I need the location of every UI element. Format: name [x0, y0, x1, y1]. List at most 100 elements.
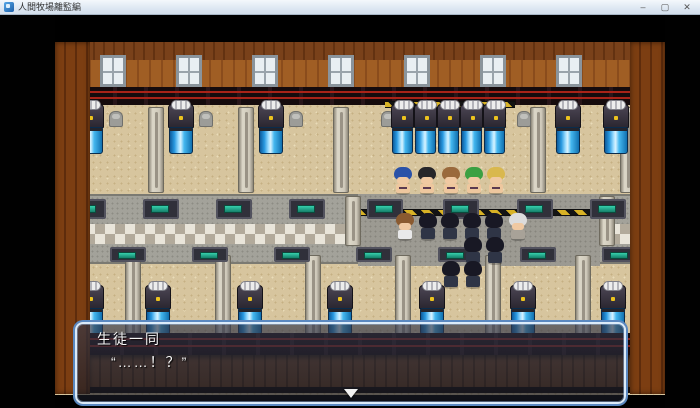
console-screen: [118, 252, 136, 259]
sprite-hair: [464, 261, 482, 276]
console-screen: [224, 205, 242, 213]
window-titlebar[interactable]: 人間牧場離監編 – ▢ ✕: [0, 0, 700, 15]
console-screen: [610, 252, 628, 259]
console-screen: [151, 205, 169, 213]
rail: [530, 107, 546, 193]
tank-tube-bundle: [486, 100, 506, 110]
control-console: [192, 247, 228, 262]
sprite-body: [420, 184, 434, 193]
tank-indicator-light: [156, 297, 160, 301]
tank-blue-cylinder: [484, 127, 505, 154]
tank-tube-bundle: [394, 100, 414, 110]
maximize-button[interactable]: ▢: [654, 0, 676, 15]
character-student: [418, 213, 438, 241]
tank-tube-bundle: [148, 281, 168, 291]
tank-blue-cylinder: [169, 127, 193, 154]
machine-seat: [109, 111, 123, 127]
sprite-hair: [463, 213, 481, 228]
close-button[interactable]: ✕: [676, 0, 698, 15]
sprite-face: [468, 177, 480, 184]
control-console: [356, 247, 392, 262]
tank-tube-bundle: [422, 281, 442, 291]
sprite-body: [396, 184, 410, 193]
character-student: [441, 261, 461, 289]
character-student: [440, 213, 460, 241]
cultivation-tank: [414, 104, 437, 156]
control-console: [289, 199, 325, 219]
console-screen: [446, 252, 464, 259]
app-window: 人間牧場離監編 – ▢ ✕: [0, 0, 700, 408]
sprite-body: [444, 276, 458, 287]
sprite-hair: [486, 237, 504, 252]
sprite-body: [511, 230, 525, 239]
tank-indicator-light: [179, 116, 183, 120]
tank-blue-cylinder: [392, 127, 413, 154]
tank-indicator-light: [611, 297, 615, 301]
console-screen: [375, 205, 393, 213]
tank-indicator-light: [494, 116, 498, 120]
machine-seat: [517, 111, 531, 127]
tank-tube-bundle: [603, 281, 623, 291]
sprite-body: [398, 230, 412, 239]
window-title: 人間牧場離監編: [18, 0, 81, 15]
cultivation-tank: [460, 104, 483, 156]
tank-indicator-light: [269, 116, 273, 120]
app-icon: [4, 2, 14, 12]
tank-tube-bundle: [171, 100, 191, 110]
character-girl: [417, 167, 437, 195]
console-screen: [598, 205, 616, 213]
console-screen: [282, 252, 300, 259]
sprite-face: [512, 223, 524, 230]
minimize-button[interactable]: –: [632, 0, 654, 15]
character-girl: [393, 167, 413, 195]
tank-blue-cylinder: [461, 127, 482, 154]
sprite-body: [488, 252, 502, 263]
tank-indicator-light: [338, 297, 342, 301]
dialog-speaker-name: 生徒一同: [97, 329, 161, 349]
wall-window: [100, 55, 126, 87]
sprite-body: [421, 228, 435, 239]
rail: [333, 107, 349, 193]
cultivation-tank: [603, 104, 629, 156]
console-screen: [200, 252, 218, 259]
console-screen: [364, 252, 382, 259]
tank-indicator-light: [448, 116, 452, 120]
tank-indicator-light: [521, 297, 525, 301]
tank-indicator-light: [566, 116, 570, 120]
tank-indicator-light: [402, 116, 406, 120]
tank-indicator-light: [248, 297, 252, 301]
tank-tube-bundle: [330, 281, 350, 291]
character-npc: [508, 213, 528, 241]
cultivation-tank: [391, 104, 414, 156]
sprite-body: [466, 276, 480, 287]
tank-tube-bundle: [240, 281, 260, 291]
tank-tube-bundle: [606, 100, 626, 110]
tank-tube-bundle: [558, 100, 578, 110]
sprite-hair: [441, 213, 459, 228]
sprite-face: [399, 223, 411, 230]
tank-blue-cylinder: [415, 127, 436, 154]
control-console: [590, 199, 626, 219]
sprite-body: [444, 184, 458, 193]
wall-window: [252, 55, 278, 87]
character-girl: [464, 167, 484, 195]
tank-indicator-light: [430, 297, 434, 301]
sprite-face: [421, 177, 433, 184]
character-girl: [486, 167, 506, 195]
sprite-face: [397, 177, 409, 184]
cultivation-tank: [483, 104, 506, 156]
rail: [148, 107, 164, 193]
wall-window: [404, 55, 430, 87]
sprite-hair: [442, 261, 460, 276]
diamond-tile-band: [55, 224, 358, 244]
tank-blue-cylinder: [438, 127, 459, 154]
window-controls: – ▢ ✕: [632, 0, 698, 15]
sprite-body: [489, 184, 503, 193]
sprite-hair: [464, 237, 482, 252]
console-screen: [451, 205, 469, 213]
console-screen: [297, 205, 315, 213]
wall-window: [556, 55, 582, 87]
tank-tube-bundle: [440, 100, 460, 110]
control-console: [520, 247, 556, 262]
tank-tube-bundle: [513, 281, 533, 291]
